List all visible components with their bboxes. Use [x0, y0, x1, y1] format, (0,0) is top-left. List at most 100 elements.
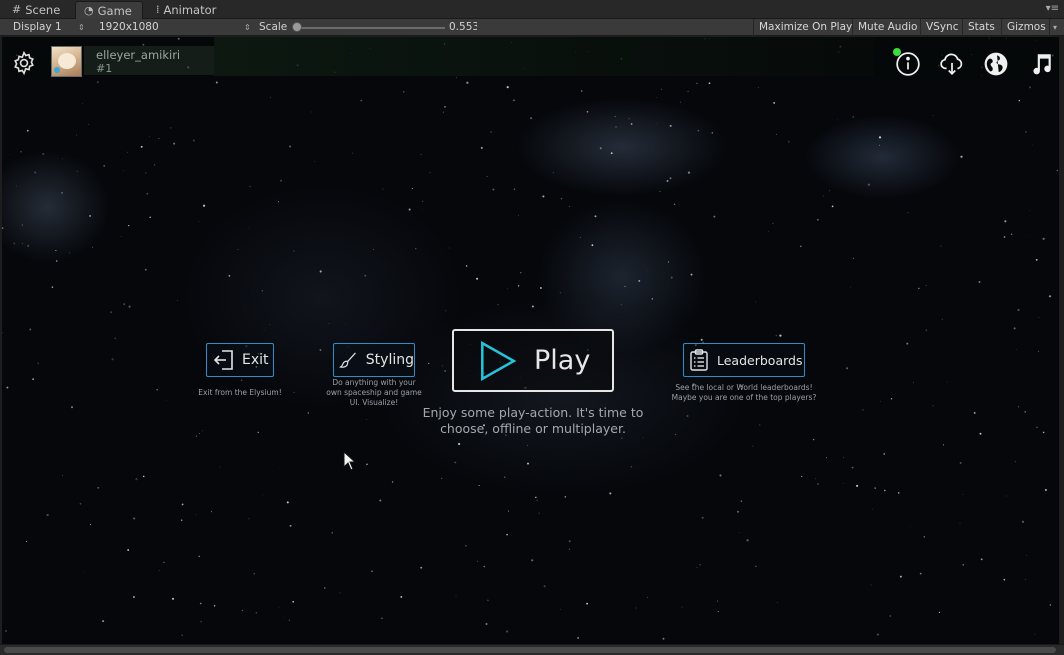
star	[492, 188, 495, 191]
star	[559, 292, 561, 294]
star	[1013, 327, 1016, 330]
star	[620, 304, 622, 306]
exit-button[interactable]: Exit	[206, 343, 274, 377]
star	[70, 406, 74, 409]
star	[673, 203, 676, 205]
star	[27, 245, 29, 247]
play-button[interactable]: Play	[452, 329, 614, 392]
star	[331, 532, 333, 534]
display-dropdown[interactable]: Display 1	[13, 19, 62, 36]
tab-menu-icon[interactable]: ▾≡	[1046, 3, 1059, 14]
star	[850, 286, 851, 288]
star	[642, 437, 644, 439]
star	[687, 90, 689, 93]
star	[817, 219, 819, 221]
scrollbar-thumb[interactable]	[4, 647, 1056, 653]
star	[6, 386, 9, 389]
star	[1048, 295, 1052, 298]
star	[1018, 99, 1020, 102]
star	[173, 142, 176, 145]
star	[531, 305, 534, 308]
gear-icon[interactable]	[11, 50, 37, 76]
star	[940, 245, 942, 247]
tab-scene-label: Scene	[25, 3, 61, 17]
star	[878, 136, 882, 139]
star	[429, 171, 431, 174]
star	[851, 466, 854, 469]
star	[630, 123, 633, 125]
star	[507, 288, 508, 289]
star	[591, 244, 594, 247]
star	[651, 298, 653, 300]
star	[381, 617, 383, 619]
star	[486, 176, 488, 178]
star	[415, 248, 417, 250]
star	[92, 246, 93, 248]
star	[925, 285, 927, 286]
star	[69, 252, 71, 254]
star	[96, 81, 99, 84]
vsync-toggle[interactable]: VSync	[920, 19, 964, 36]
star	[198, 555, 200, 558]
gizmos-toggle[interactable]: Gizmos	[1001, 19, 1051, 36]
star	[126, 151, 128, 153]
maximize-on-play-toggle[interactable]: Maximize On Play	[753, 19, 857, 36]
star	[564, 496, 567, 498]
star	[817, 483, 819, 485]
star	[513, 188, 516, 190]
star	[457, 442, 461, 446]
star	[586, 602, 589, 605]
star	[283, 617, 285, 618]
leaderboards-button[interactable]: Leaderboards	[683, 343, 805, 377]
star	[843, 456, 844, 458]
resolution-dropdown[interactable]: 1920x1080	[99, 19, 159, 36]
styling-button[interactable]: Styling	[333, 343, 415, 377]
star	[942, 444, 945, 446]
star	[962, 564, 964, 566]
star	[879, 144, 881, 146]
scale-slider-track[interactable]	[297, 27, 445, 29]
star	[536, 499, 538, 501]
gizmos-dropdown-arrow[interactable]: ▾	[1049, 19, 1057, 36]
play-description: Enjoy some play-action. It's time to cho…	[422, 405, 644, 436]
star	[670, 276, 673, 279]
star	[1035, 259, 1038, 261]
avatar[interactable]	[51, 46, 82, 77]
star	[946, 381, 948, 383]
star	[228, 275, 231, 277]
star	[907, 212, 909, 214]
tab-scene[interactable]: # Scene	[4, 1, 68, 19]
star	[32, 378, 34, 381]
star	[667, 261, 669, 263]
mouse-cursor-icon	[343, 451, 357, 471]
play-button-label: Play	[534, 345, 591, 376]
star	[874, 487, 876, 489]
mute-audio-toggle[interactable]: Mute Audio	[852, 19, 922, 36]
star	[559, 609, 561, 610]
music-icon[interactable]	[1028, 51, 1054, 77]
cloud-download-icon[interactable]	[939, 51, 965, 77]
star	[568, 205, 570, 207]
tab-game-label: Game	[97, 3, 132, 18]
star	[624, 285, 626, 287]
star	[490, 131, 492, 133]
tab-animator[interactable]: ⁞ Animator	[148, 1, 224, 19]
stats-toggle[interactable]: Stats	[962, 19, 1000, 36]
star	[823, 195, 824, 197]
globe-icon[interactable]	[983, 51, 1009, 77]
star	[360, 99, 363, 102]
star	[1038, 317, 1040, 318]
horizontal-scrollbar[interactable]	[0, 644, 1064, 655]
star	[739, 532, 740, 534]
star	[123, 303, 125, 305]
star	[192, 139, 195, 142]
star	[899, 575, 902, 578]
tab-game[interactable]: ◔ Game	[75, 1, 143, 19]
star	[552, 172, 554, 174]
scale-slider-thumb[interactable]	[292, 22, 302, 32]
star	[941, 318, 943, 320]
star	[25, 540, 28, 543]
animator-icon: ⁞	[156, 3, 160, 16]
star	[779, 334, 782, 337]
game-viewport: elleyer_amikiri #1 Exit Exit from the El…	[2, 37, 1059, 644]
